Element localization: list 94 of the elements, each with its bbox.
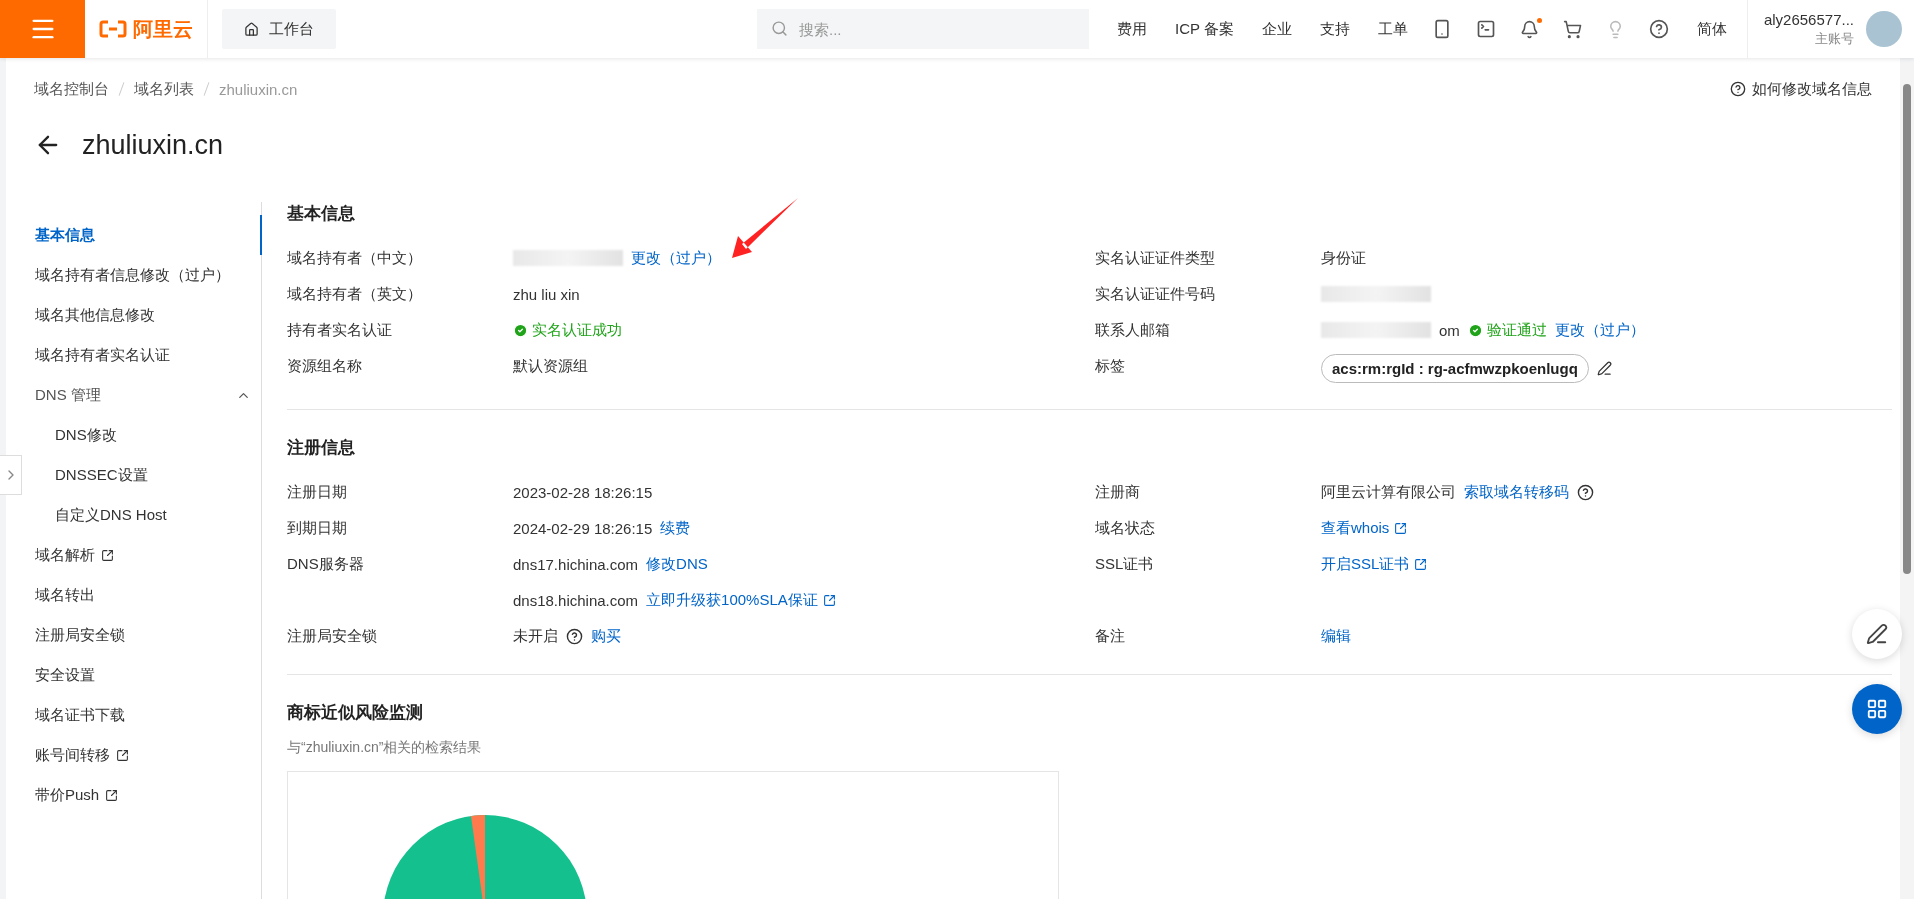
verified-status: 验证通过 <box>1467 320 1547 340</box>
nav-link[interactable]: ICP 备案 <box>1175 19 1234 39</box>
text-link[interactable]: 开启SSL证书 <box>1321 554 1428 574</box>
breadcrumb-link[interactable]: 域名列表 <box>134 79 194 99</box>
field-label: 到期日期 <box>287 518 348 538</box>
bell-icon[interactable] <box>1519 19 1539 39</box>
external-link-icon <box>1394 521 1408 535</box>
section-title: 基本信息 <box>287 203 355 225</box>
field-label: 注册商 <box>1095 482 1141 502</box>
help-icon[interactable] <box>566 627 583 645</box>
pen-icon[interactable] <box>1596 361 1612 376</box>
sidebar-item[interactable]: 域名持有者信息修改（过户） <box>35 255 262 295</box>
search-icon <box>771 20 788 37</box>
field-value: 阿里云计算有限公司 <box>1321 482 1456 502</box>
sidebar-item[interactable]: 账号间转移 <box>35 735 262 775</box>
sidebar-item[interactable]: 域名持有者实名认证 <box>35 335 262 375</box>
home-icon <box>244 21 259 37</box>
section-title: 注册信息 <box>287 437 355 459</box>
pen-icon <box>1866 623 1888 645</box>
external-link-icon <box>116 748 129 762</box>
field-label: 域名持有者（英文） <box>287 284 423 304</box>
check-icon <box>513 322 528 338</box>
field-label: 持有者实名认证 <box>287 320 393 340</box>
text-link[interactable]: 立即升级获100%SLA保证 <box>646 590 836 610</box>
field-value: 2023-02-28 18:26:15 <box>513 483 653 501</box>
sidebar-item[interactable]: 域名解析 <box>35 535 262 575</box>
text-link[interactable]: 续费 <box>660 518 691 538</box>
logo-icon <box>99 20 127 38</box>
sidebar-item[interactable]: 域名其他信息修改 <box>35 295 262 335</box>
text-link[interactable]: 购买 <box>591 626 621 646</box>
field-label: 资源组名称 <box>287 356 363 376</box>
language-link[interactable]: 简体 <box>1696 19 1727 39</box>
account-name[interactable]: aly2656577... <box>1763 10 1854 28</box>
text-link[interactable]: 更改（过户） <box>1554 320 1645 340</box>
help-link[interactable]: 如何修改域名信息 <box>1730 79 1872 99</box>
text-link[interactable]: 更改（过户） <box>631 248 721 268</box>
field-value: dns18.hichina.com <box>513 591 639 609</box>
sidebar-item[interactable]: 域名转出 <box>35 575 262 615</box>
field-label: 联系人邮箱 <box>1095 320 1171 340</box>
field-value: 身份证 <box>1321 248 1366 268</box>
menu-button[interactable] <box>0 0 85 58</box>
nav-link[interactable]: 支持 <box>1319 19 1350 39</box>
text-link[interactable]: 索取域名转移码 <box>1464 482 1569 502</box>
sidebar-item[interactable]: 基本信息 <box>35 215 262 255</box>
field-label: 备注 <box>1095 626 1126 646</box>
help-icon[interactable] <box>1577 483 1594 501</box>
field-label: 实名认证证件号码 <box>1095 284 1216 304</box>
help-icon[interactable] <box>1648 19 1669 39</box>
sidebar-item[interactable]: 自定义DNS Host <box>35 495 262 535</box>
page-title: zhuliuxin.cn <box>82 129 224 161</box>
field-label: 域名持有者（中文） <box>287 248 423 268</box>
field-value: 2024-02-29 18:26:15 <box>513 519 653 537</box>
breadcrumb-link[interactable]: 域名控制台 <box>34 79 109 99</box>
account-role: 主账号 <box>1815 29 1854 48</box>
field-label: 注册日期 <box>287 482 348 502</box>
cart-icon[interactable] <box>1562 19 1582 39</box>
sidebar-item[interactable]: 域名证书下载 <box>35 695 262 735</box>
field-value: dns17.hichina.com <box>513 555 639 573</box>
grid-icon <box>1866 698 1888 720</box>
sidebar-item[interactable]: DNS修改 <box>35 415 262 455</box>
sidebar-item[interactable]: 安全设置 <box>35 655 262 695</box>
help-icon <box>1730 81 1746 97</box>
field-value: 默认资源组 <box>513 356 588 376</box>
sidebar-group[interactable]: DNS 管理 <box>35 375 261 415</box>
field-value: 未开启 <box>513 626 558 646</box>
field-value: om <box>1439 321 1460 339</box>
external-link-icon <box>1414 557 1428 571</box>
field-label: 注册局安全锁 <box>287 626 378 646</box>
sidebar-item[interactable]: DNSSEC设置 <box>35 455 262 495</box>
section-subtitle: 与“zhuliuxin.cn”相关的检索结果 <box>287 739 483 757</box>
external-link-icon <box>101 548 114 562</box>
text-link[interactable]: 查看whois <box>1321 518 1408 538</box>
external-link-icon <box>822 593 836 607</box>
verified-status: 实名认证成功 <box>513 320 622 340</box>
check-icon <box>1467 322 1483 338</box>
nav-link[interactable]: 工单 <box>1377 19 1408 39</box>
nav-link[interactable]: 企业 <box>1261 19 1292 39</box>
text-link[interactable]: 编辑 <box>1321 626 1351 646</box>
field-label: DNS服务器 <box>287 554 365 574</box>
field-label: 实名认证证件类型 <box>1095 248 1216 268</box>
search-field[interactable]: 搜索... <box>757 9 1089 49</box>
field-label: SSL证书 <box>1095 554 1155 574</box>
field-label: 域名状态 <box>1095 518 1156 538</box>
text-link[interactable]: 修改DNS <box>646 554 708 574</box>
external-link-icon <box>105 788 119 802</box>
field-value: zhu liu xin <box>513 285 580 303</box>
field-label: 标签 <box>1095 356 1126 376</box>
sidebar-item[interactable]: 带价Push <box>35 775 262 815</box>
section-title: 商标近似风险监测 <box>287 702 423 724</box>
sidebar-toggle[interactable] <box>0 455 22 495</box>
nav-link[interactable]: 费用 <box>1117 19 1147 39</box>
workbench-button[interactable]: 工作台 <box>222 9 336 49</box>
terminal-icon[interactable] <box>1475 19 1496 39</box>
sidebar-item[interactable]: 注册局安全锁 <box>35 615 262 655</box>
